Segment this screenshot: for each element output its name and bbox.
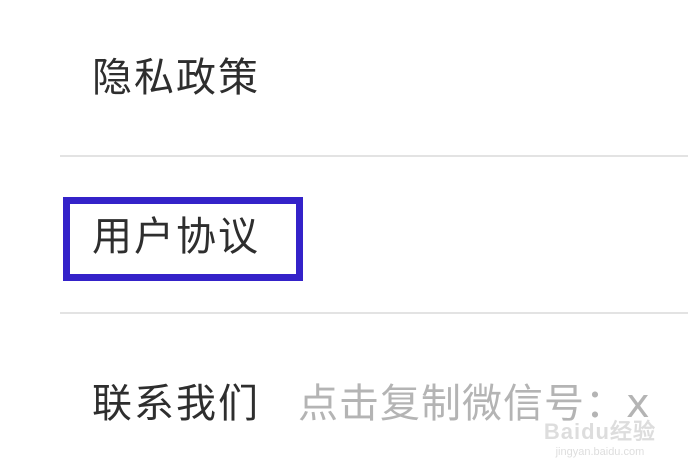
menu-item-user-agreement[interactable]: 用户协议 [0, 158, 688, 313]
divider [60, 312, 688, 314]
menu-item-label: 联系我们 [92, 380, 260, 427]
menu-item-label: 隐私政策 [92, 55, 260, 101]
settings-screen: 隐私政策 用户协议 联系我们 点击复制微信号：x Baidu经验 jingyan… [0, 0, 688, 472]
menu-item-privacy-policy[interactable]: 隐私政策 [0, 0, 688, 156]
watermark-logo: Baidu经验 [543, 419, 656, 444]
menu-item-label: 用户协议 [92, 213, 260, 260]
watermark-url: jingyan.baidu.com [555, 446, 645, 458]
watermark: Baidu经验 jingyan.baidu.com [544, 414, 656, 458]
divider [60, 155, 688, 157]
